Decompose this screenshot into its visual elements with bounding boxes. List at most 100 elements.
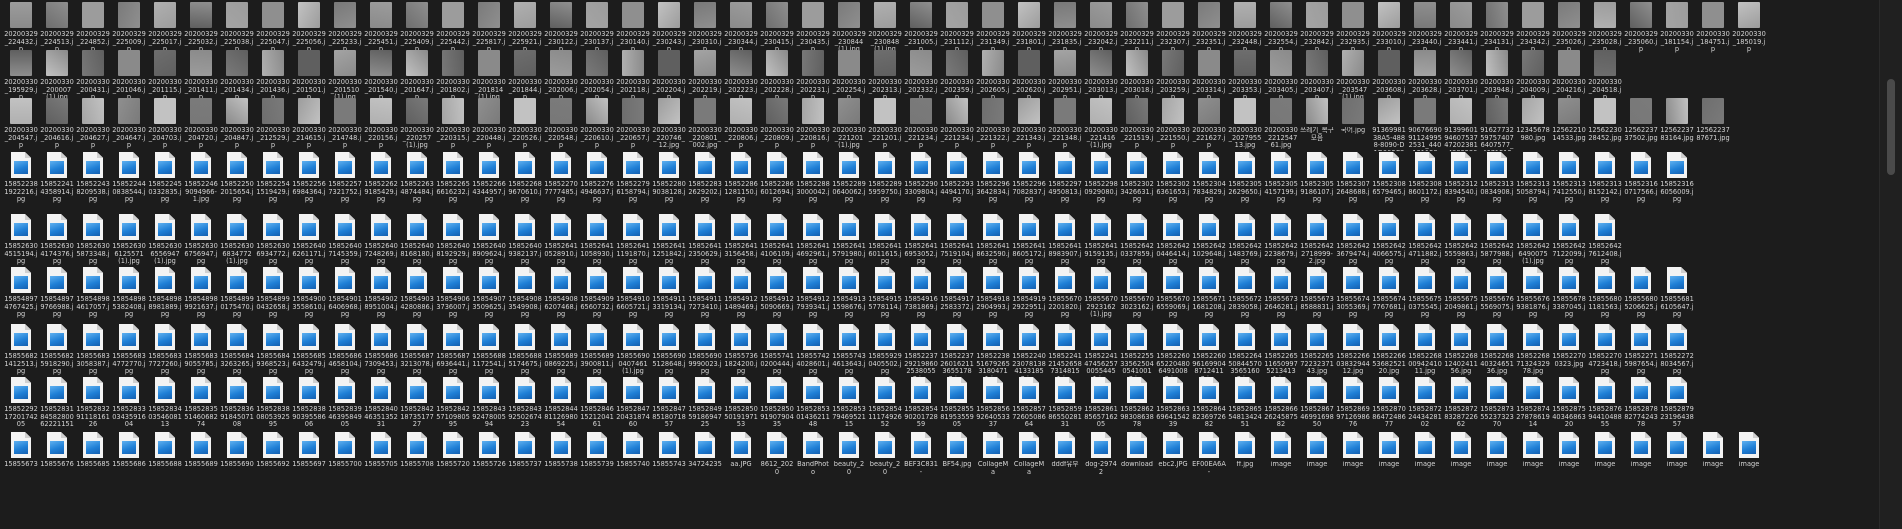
file-item[interactable]: 158549003558610.jpg [292,265,326,323]
file-item[interactable]: 158549016406968.jpg [328,265,362,323]
file-item[interactable]: 158522963642834.jpg [976,150,1010,208]
file-item[interactable]: 158548984617057.jpg [76,265,110,323]
file-item[interactable]: 158548989921637.jpg [184,265,218,323]
file-item[interactable]: 쓰레기_복구모음 [1300,96,1334,154]
file-item[interactable]: 15855697 [292,430,326,488]
file-item[interactable]: 20200330_220257(1).jpg [400,96,434,154]
file-item[interactable]: 158522553356250405410018.jpg [1120,322,1154,380]
file-item[interactable]: 158556706559069.jpg [1156,265,1190,323]
file-item[interactable]: 158549182904993.jpg [976,265,1010,323]
file-item[interactable]: 158526421029648.jpg [1192,212,1226,270]
file-item[interactable]: 158522450332835.jpg [148,150,182,208]
file-item[interactable]: 20200330_212529.jp [256,96,290,154]
file-item[interactable]: 158557424028601.jpg [796,322,830,380]
file-item[interactable]: 15855688 [148,430,182,488]
file-item[interactable]: 158528569264053337 [976,375,1010,433]
file-item[interactable]: 20200330_204720.jp [184,96,218,154]
file-item[interactable]: 158522469094966-1.jpg [184,150,218,208]
file-item[interactable]: 158556885174675.jpg [508,322,542,380]
file-item[interactable]: 158528722443428102 [1408,375,1442,433]
file-item[interactable]: 158526427612408.jpg [1588,212,1622,270]
file-item[interactable]: 158522866012694.jpg [760,150,794,208]
file-item[interactable]: 158528662624587582 [1264,375,1298,433]
file-item[interactable]: image [1554,430,1584,488]
file-item[interactable]: 158549113319134.jpg [652,265,686,323]
file-item[interactable]: 158526410528910.jpg [544,212,578,270]
file-item[interactable]: 158523138152142.jpg [1588,150,1622,208]
file-item[interactable]: 158522764946637.jpg [580,150,614,208]
file-item[interactable]: 158526416953052.jpg [904,212,938,270]
file-item[interactable]: 158556873213078.jpg [400,322,434,380]
file-item[interactable]: 158526409382137.jpg [508,212,542,270]
file-item[interactable]: 158556825918290.jpg [40,322,74,380]
file-item[interactable]: 158522656616232.jpg [436,150,470,208]
file-item[interactable]: 20200330_204647.jp [112,96,146,154]
file-item[interactable]: 158526426490075(1).jpg [1516,212,1550,270]
file-item[interactable]: 158528530143621148 [796,375,830,433]
file-item[interactable]: 158523160717566.jpg [1624,150,1658,208]
file-item[interactable]: 158522934494170.jpg [940,150,974,208]
file-item[interactable]: 158549121489469.jpg [724,265,758,323]
file-item[interactable]: 158549167381869.jpg [904,265,938,323]
file-item[interactable]: 158556890869225.jpg [544,322,578,380]
file-item[interactable]: 158522440838544.jpg [112,150,146,208]
file-item[interactable]: 158523088601172.jpg [1408,150,1442,208]
file-item[interactable]: 158528369184507108 [220,375,254,433]
file-item[interactable]: 158528439250267423 [508,375,542,433]
file-item[interactable]: 20200330_221201(1).jpg [832,96,866,154]
file-item[interactable]: 8612_2020 [761,430,793,488]
file-item[interactable]: image [1446,430,1476,488]
file-item[interactable]: 158522967082837.jpg [1012,150,1046,208]
file-item[interactable]: 158528340354608113 [148,375,182,433]
file-item[interactable]: 158528618565716205 [1084,375,1118,433]
file-item[interactable]: 158522687132432978.jpg [1516,322,1550,380]
file-item[interactable]: 20200330_204616.jp [40,96,74,154]
file-item[interactable]: 158549131598676.jpg [832,265,866,323]
file-item[interactable]: 20200330_220526.jp [508,96,542,154]
file-item[interactable]: 158526306934772.jpg [256,212,290,270]
file-item[interactable]: 158528461521204161 [580,375,614,433]
file-item[interactable]: BEF3C831- [904,430,938,488]
file-item[interactable]: 158549117273410.jpg [688,265,722,323]
file-item[interactable]: 158522895959750.jpg [868,150,902,208]
file-item[interactable]: 158528735523732370 [1480,375,1514,433]
file-item[interactable]: 20200329_235060.jp [1624,0,1658,58]
file-item[interactable]: 15855743 [652,430,686,488]
file-item[interactable]: 158526418983907.jpg [1048,212,1082,270]
file-item[interactable]: 158522385167926531804711.jpg [976,322,1010,380]
file-item[interactable]: 158526408192929.jpg [436,212,470,270]
file-item[interactable]: 158528792319643857 [1660,375,1694,433]
file-item[interactable]: CollageMa [1014,430,1044,488]
file-item[interactable]: 158523054157199.jpg [1264,150,1298,208]
file-item[interactable]: 20200330_221234.jp [940,96,974,154]
file-item[interactable]: 158556769381876.jpg [1516,265,1550,323]
file-item[interactable]: 158549034280886.jpg [400,265,434,323]
file-item[interactable]: 158522689670610.jpg [508,150,542,208]
file-item[interactable]: 158522665368252120.jpg [1372,322,1406,380]
file-item[interactable]: 20200330_202795513.jpg [1228,96,1262,154]
file-item[interactable]: image [1698,430,1728,488]
file-item[interactable]: image [1518,430,1548,488]
file-item[interactable]: CollageMa [978,430,1008,488]
file-item[interactable]: 158526306834772(1).jpg [220,212,254,270]
file-item[interactable]: 158523052629650.jpg [1228,150,1262,208]
file-item[interactable]: dddf유부 [1050,430,1080,488]
file-item[interactable]: 158522412145265873148151.jpg [1048,322,1082,380]
file-item[interactable]: 20200330_221234.jp [904,96,938,154]
file-item[interactable]: 158556722839058.jpg [1228,265,1262,323]
file-item[interactable]: 20200330_204847.jp [220,96,254,154]
file-item[interactable]: 158523128394540.jpg [1444,150,1478,208]
file-item[interactable]: 158522372921986025380553.jpg [904,322,938,380]
file-item[interactable]: 158556856432479.jpg [292,322,326,380]
file-item[interactable]: 158556833058387.jpg [76,322,110,380]
file-item[interactable]: 20200330_184751.jp [1696,0,1730,58]
file-item[interactable]: 158522664344957.jpg [472,150,506,208]
file-item[interactable]: 158526417519104.jpg [940,212,974,270]
file-item[interactable]: 158522832629202.jpg [688,150,722,208]
file-item[interactable]: 158528394639584905 [328,375,362,433]
file-item[interactable]: 158522684032465136.jpg [1480,322,1514,380]
file-item[interactable]: 158526411058930.jpg [580,212,614,270]
file-item[interactable]: 158556893900811.jpg [580,322,614,380]
file-item[interactable]: 158528478518071857 [652,375,686,433]
file-item[interactable]: 158556805206625.jpg [1624,265,1658,323]
